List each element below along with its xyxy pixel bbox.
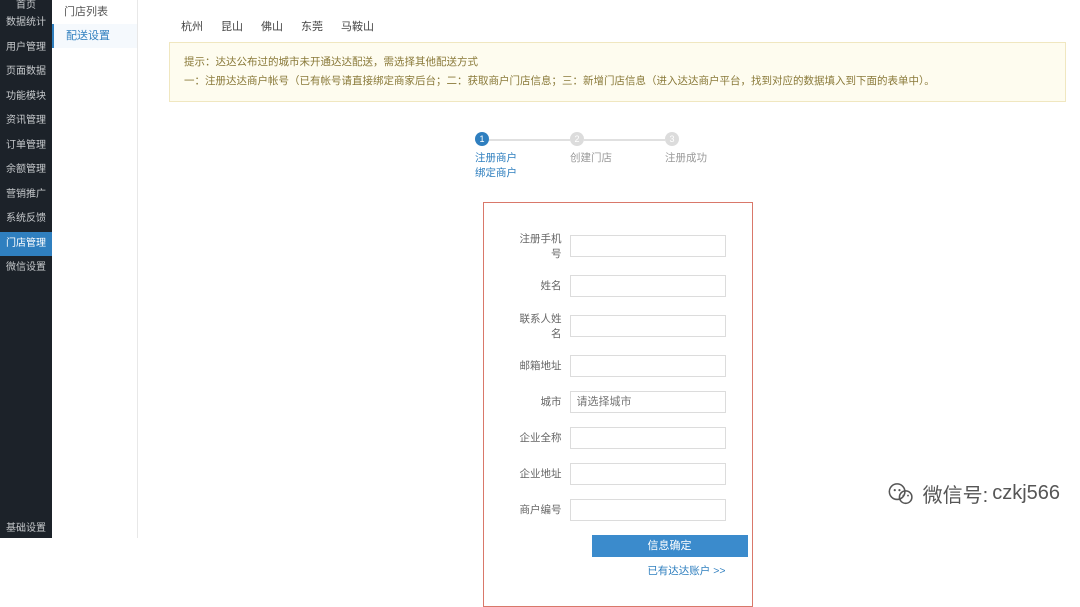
register-form: 注册手机号姓名联系人姓名邮箱地址城市企业全称企业地址商户编号 信息确定 已有达达… [483,202,753,607]
step-dot: 3 [665,132,679,146]
step-2: 3 注册成功 [665,132,760,165]
nav-item-10[interactable]: 微信设置 [0,256,52,281]
form-input-7[interactable] [570,499,726,521]
steps: 1 注册商户绑定商户 2 创建门店3 注册成功 [169,132,1066,180]
sub-item-0[interactable]: 门店列表 [52,0,137,24]
tip-line-1: 提示：达达公布过的城市未开通达达配送，需选择其他配送方式 [184,53,1051,72]
nav-item-5[interactable]: 订单管理 [0,134,52,159]
content-area: 杭州 昆山 佛山 东莞 马鞍山 提示：达达公布过的城市未开通达达配送，需选择其他配送方式… [155,0,1080,607]
left-nav: 首页 数据统计用户管理页面数据功能模块资讯管理订单管理余额管理营销推广系统反馈门… [0,0,52,538]
form-row-2: 联系人姓名 [510,311,726,341]
sub-item-1[interactable]: 配送设置 [52,24,137,48]
form-label: 商户编号 [510,502,570,517]
nav-item-8[interactable]: 系统反馈 [0,207,52,232]
form-input-2[interactable] [570,315,726,337]
nav-item-0[interactable]: 数据统计 [0,11,52,36]
nav-item-4[interactable]: 资讯管理 [0,109,52,134]
form-row-4: 城市 [510,391,726,413]
form-input-6[interactable] [570,463,726,485]
step-1: 2 创建门店 [570,132,665,165]
submit-button[interactable]: 信息确定 [592,535,748,557]
city-tab-3[interactable]: 东莞 [301,21,323,33]
step-dot: 1 [475,132,489,146]
nav-item-6[interactable]: 余额管理 [0,158,52,183]
existing-account-row: 已有达达账户 >> [510,563,726,578]
nav-item-1[interactable]: 用户管理 [0,36,52,61]
city-row: 杭州 昆山 佛山 东莞 马鞍山 [169,0,1066,42]
step-title: 注册成功 [665,150,760,165]
watermark: 微信号: czkj566 [887,479,1060,508]
step-line [489,139,570,141]
form-label: 城市 [510,394,570,409]
form-label: 姓名 [510,278,570,293]
form-row-0: 注册手机号 [510,231,726,261]
form-row-6: 企业地址 [510,463,726,485]
form-input-5[interactable] [570,427,726,449]
form-input-3[interactable] [570,355,726,377]
form-label: 联系人姓名 [510,311,570,341]
tip-line-2: 一：注册达达商户帐号（已有帐号请直接绑定商家后台；二：获取商户门店信息；三：新增… [184,72,1051,91]
city-tab-1[interactable]: 昆山 [221,21,243,33]
step-title: 注册商户 [475,150,570,165]
step-title: 创建门店 [570,150,665,165]
form-input-0[interactable] [570,235,726,257]
wechat-icon [887,480,915,508]
nav-home[interactable]: 首页 [0,0,52,11]
city-select[interactable] [570,391,726,413]
city-tab-4[interactable]: 马鞍山 [341,21,374,33]
form-label: 邮箱地址 [510,358,570,373]
form-row-7: 商户编号 [510,499,726,521]
step-0: 1 注册商户绑定商户 [475,132,570,180]
step-dot: 2 [570,132,584,146]
city-tab-2[interactable]: 佛山 [261,21,283,33]
nav-bottom[interactable]: 基础设置 [0,515,52,538]
tip-box: 提示：达达公布过的城市未开通达达配送，需选择其他配送方式 一：注册达达商户帐号（… [169,42,1066,102]
nav-item-3[interactable]: 功能模块 [0,85,52,110]
nav-item-9[interactable]: 门店管理 [0,232,52,257]
form-label: 注册手机号 [510,231,570,261]
step-sub: 绑定商户 [475,165,570,180]
nav-item-7[interactable]: 营销推广 [0,183,52,208]
sub-nav: 门店列表配送设置 [52,0,138,538]
step-line [584,139,665,141]
form-row-5: 企业全称 [510,427,726,449]
watermark-prefix: 微信号: [923,479,989,508]
existing-account-link[interactable]: 已有达达账户 >> [647,565,725,577]
form-input-1[interactable] [570,275,726,297]
form-row-1: 姓名 [510,275,726,297]
form-row-3: 邮箱地址 [510,355,726,377]
city-tab-0[interactable]: 杭州 [181,21,203,33]
form-label: 企业全称 [510,430,570,445]
nav-item-2[interactable]: 页面数据 [0,60,52,85]
watermark-id: czkj566 [992,482,1060,505]
form-label: 企业地址 [510,466,570,481]
